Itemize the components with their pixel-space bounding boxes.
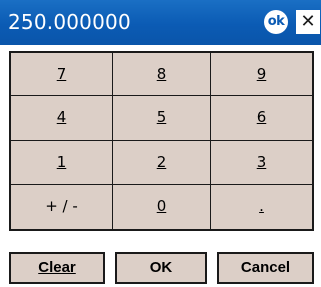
close-icon[interactable]: ✕	[296, 10, 320, 34]
key-decimal-point[interactable]: .	[211, 185, 312, 229]
cancel-button[interactable]: Cancel	[217, 252, 314, 284]
key-8[interactable]: 8	[113, 53, 211, 96]
numeric-input-dialog: 250.000000 ok ✕ 7 8 9 4 5 6 1 2 3 + / - …	[0, 0, 321, 287]
title-bar: 250.000000 ok ✕	[0, 0, 321, 45]
dialog-buttons: Clear OK Cancel	[9, 252, 314, 284]
ok-icon[interactable]: ok	[264, 10, 288, 34]
clear-button[interactable]: Clear	[9, 252, 105, 284]
key-5[interactable]: 5	[113, 96, 211, 141]
ok-button[interactable]: OK	[115, 252, 207, 284]
key-3[interactable]: 3	[211, 141, 312, 185]
current-value-display: 250.000000	[8, 10, 131, 34]
key-1[interactable]: 1	[11, 141, 113, 185]
key-sign-toggle[interactable]: + / -	[11, 185, 113, 229]
key-7[interactable]: 7	[11, 53, 113, 96]
key-4[interactable]: 4	[11, 96, 113, 141]
key-2[interactable]: 2	[113, 141, 211, 185]
numeric-keypad: 7 8 9 4 5 6 1 2 3 + / - 0 .	[9, 51, 314, 231]
key-6[interactable]: 6	[211, 96, 312, 141]
key-0[interactable]: 0	[113, 185, 211, 229]
key-9[interactable]: 9	[211, 53, 312, 96]
